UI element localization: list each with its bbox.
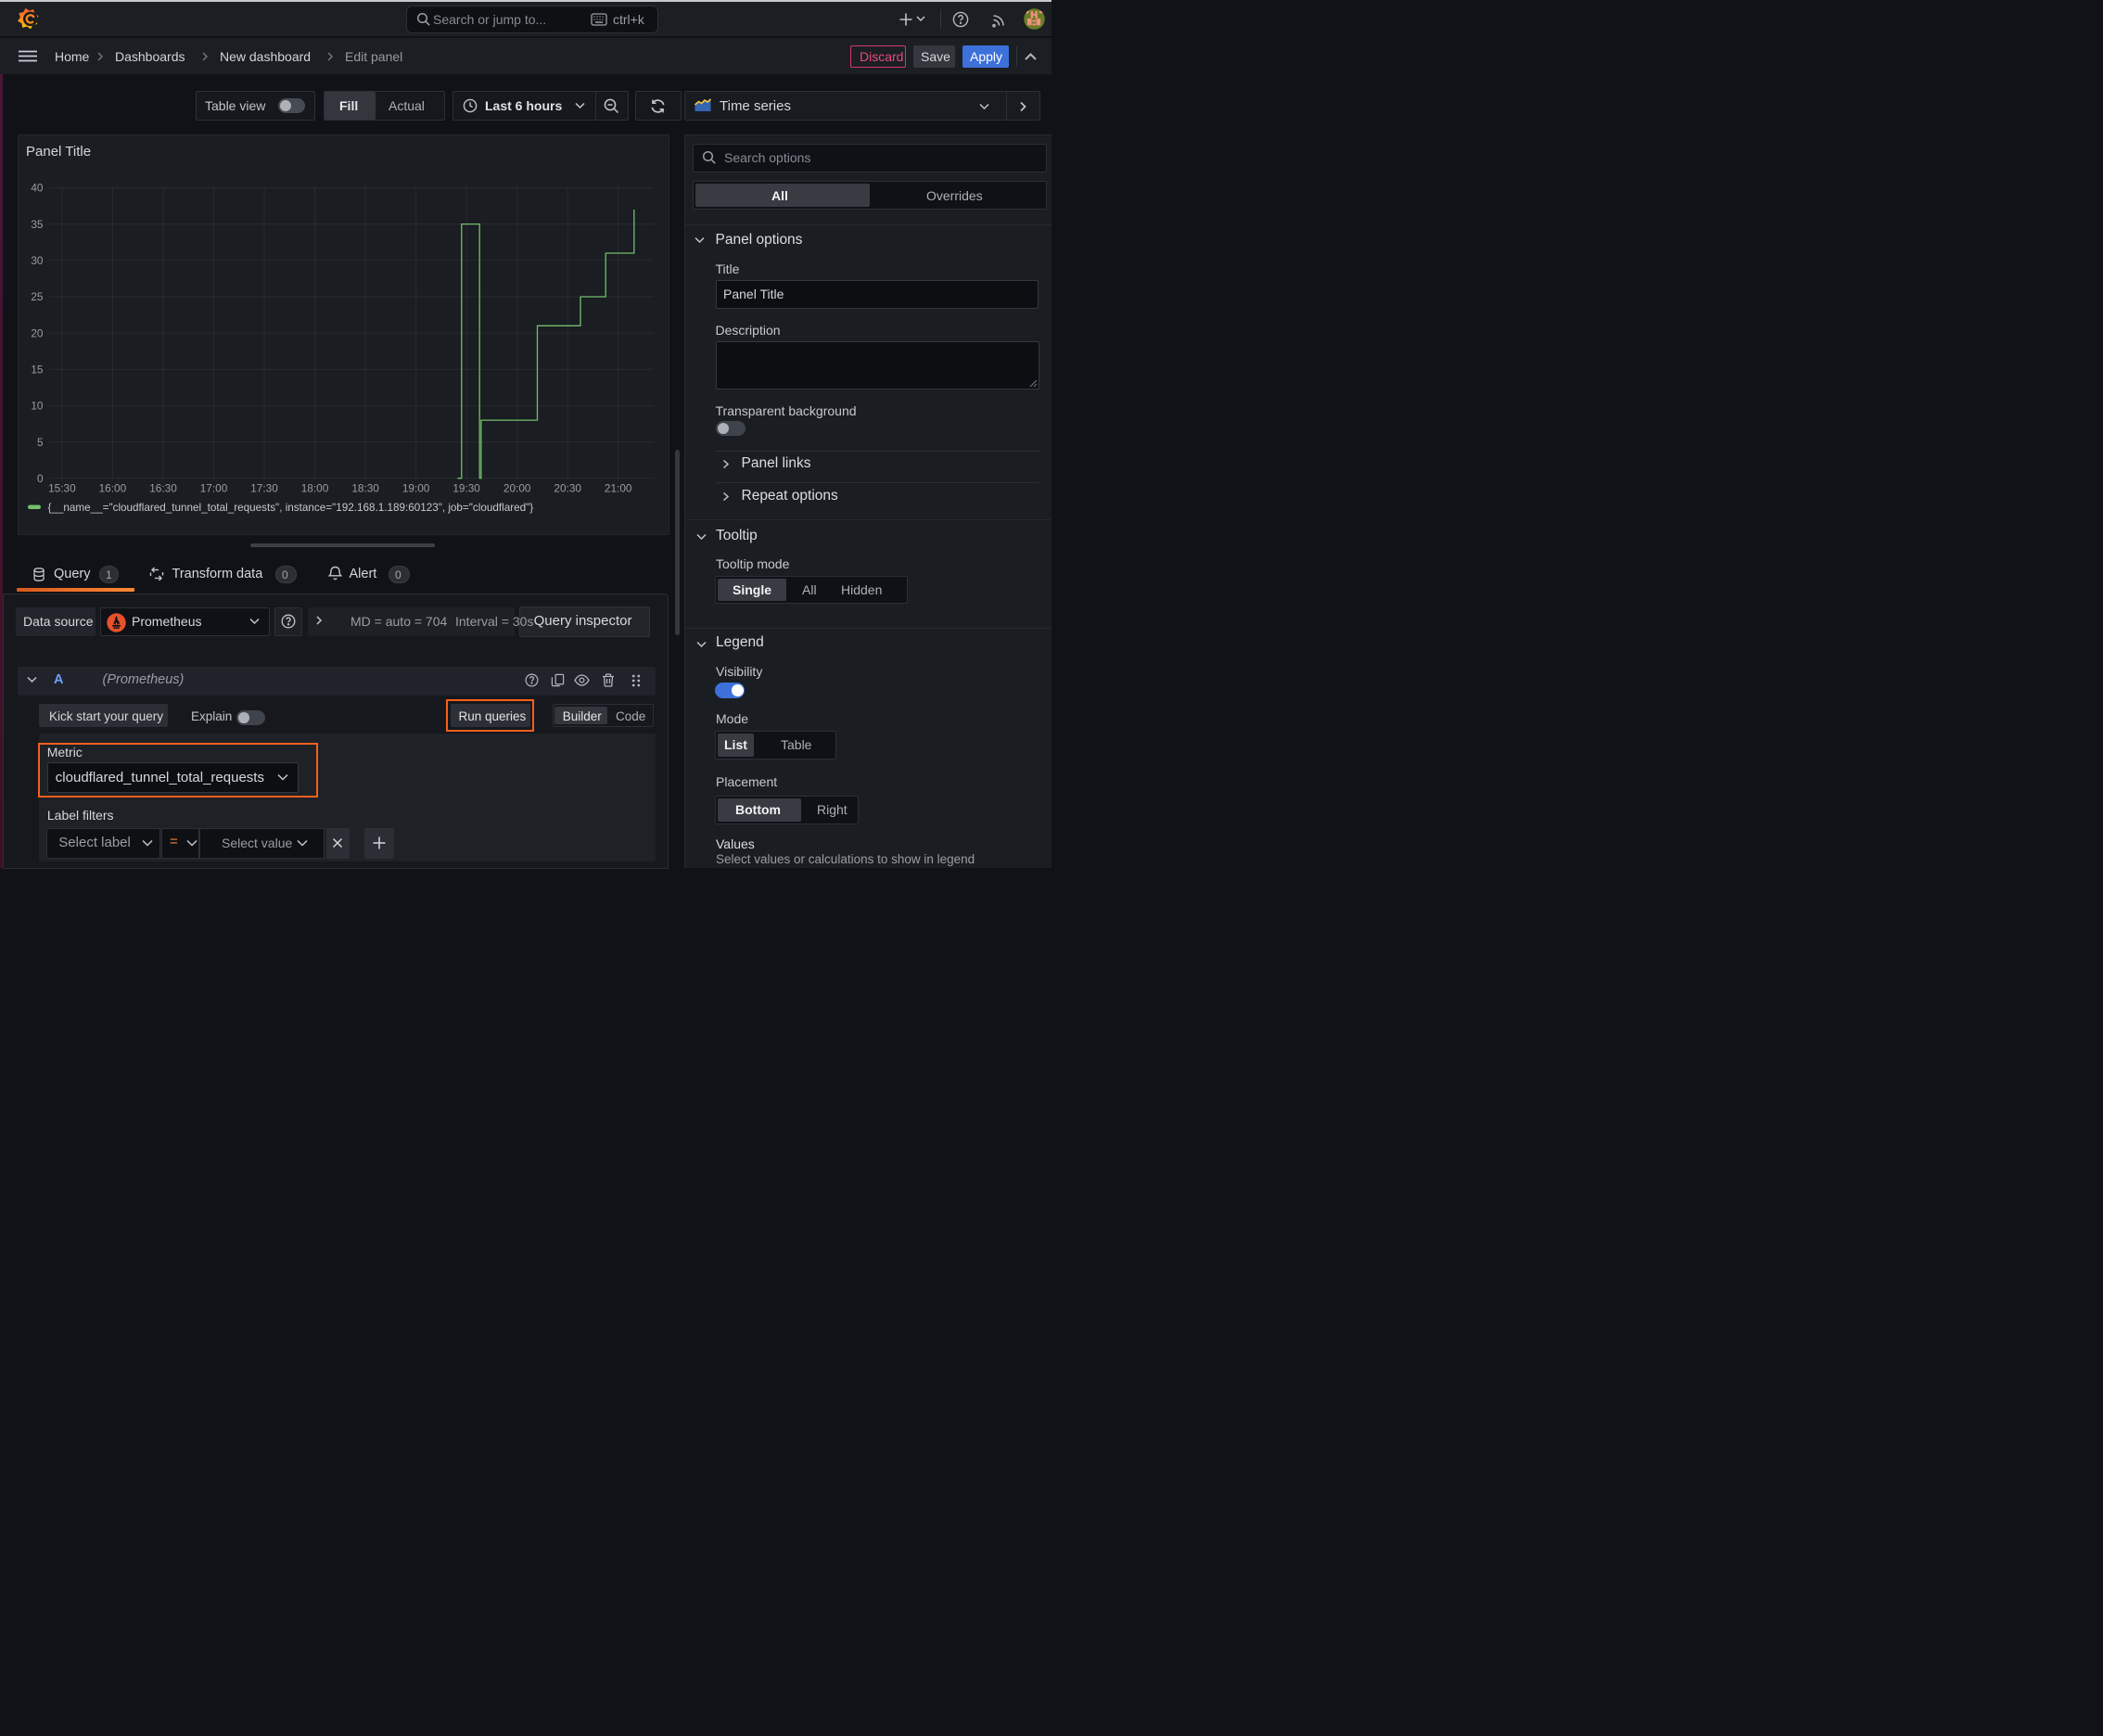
svg-text:30: 30 — [31, 254, 44, 267]
svg-text:25: 25 — [31, 290, 44, 303]
svg-text:15:30: 15:30 — [48, 482, 76, 495]
svg-text:19:00: 19:00 — [402, 482, 430, 495]
svg-text:18:30: 18:30 — [351, 482, 379, 495]
svg-text:17:30: 17:30 — [250, 482, 278, 495]
svg-text:21:00: 21:00 — [605, 482, 632, 495]
svg-text:20:00: 20:00 — [503, 482, 531, 495]
svg-text:40: 40 — [31, 182, 44, 195]
svg-text:10: 10 — [31, 400, 44, 413]
svg-text:0: 0 — [37, 472, 44, 485]
svg-text:16:30: 16:30 — [149, 482, 177, 495]
svg-text:16:00: 16:00 — [99, 482, 127, 495]
svg-text:17:00: 17:00 — [200, 482, 228, 495]
svg-text:15: 15 — [31, 363, 44, 376]
svg-text:19:30: 19:30 — [452, 482, 480, 495]
svg-text:18:00: 18:00 — [301, 482, 329, 495]
svg-text:20: 20 — [31, 326, 44, 339]
svg-text:35: 35 — [31, 218, 44, 231]
svg-text:5: 5 — [37, 436, 44, 449]
svg-text:20:30: 20:30 — [554, 482, 581, 495]
